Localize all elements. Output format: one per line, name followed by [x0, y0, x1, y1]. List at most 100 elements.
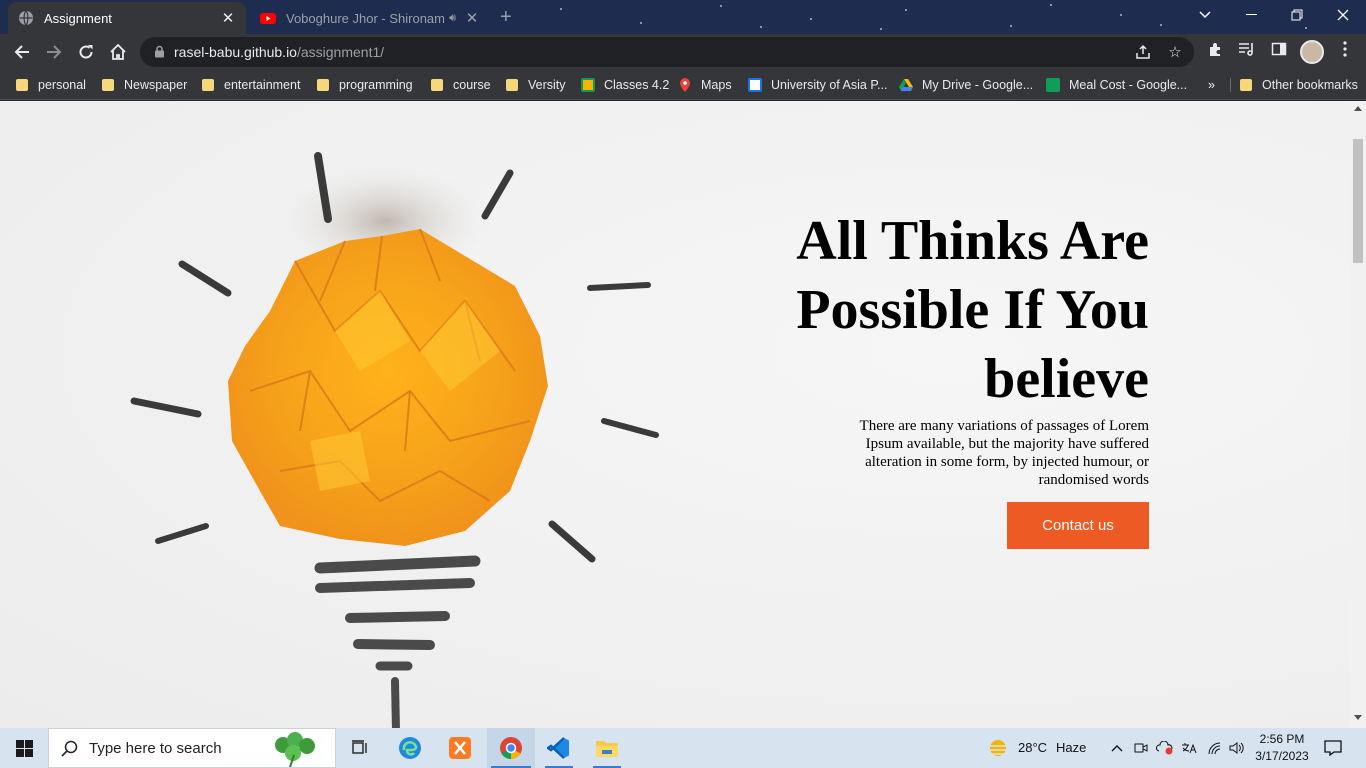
tab-search-icon[interactable]: [1182, 0, 1228, 30]
url-text: rasel-babu.github.io/assignment1/: [174, 44, 384, 60]
scroll-up-icon[interactable]: [1354, 106, 1362, 111]
home-icon[interactable]: [106, 40, 130, 64]
search-placeholder: Type here to search: [89, 740, 222, 757]
contact-us-button[interactable]: Contact us: [1007, 502, 1149, 549]
hero-text: All Thinks Are Possible If You believe T…: [740, 207, 1149, 489]
shamrock-icon: [275, 732, 315, 767]
notification-icon[interactable]: [1318, 728, 1348, 768]
tab-assignment[interactable]: Assignment ✕: [8, 2, 246, 34]
address-bar[interactable]: rasel-babu.github.io/assignment1/ ☆: [140, 37, 1194, 67]
weather-description[interactable]: Haze: [1056, 740, 1086, 755]
menu-kebab-icon[interactable]: [1336, 40, 1354, 58]
windows-start-icon[interactable]: [0, 728, 48, 768]
bookmark-label: personal: [38, 78, 86, 92]
bookmark-course[interactable]: course: [431, 76, 491, 94]
volume-icon[interactable]: [1226, 728, 1248, 768]
youtube-icon: [260, 13, 276, 24]
bookmark-maps[interactable]: Maps: [678, 76, 732, 94]
windows-taskbar: Type here to search 28°C Haze 2:56 PM 3/…: [0, 728, 1366, 768]
folder-icon: [1240, 79, 1252, 91]
clock-date: 3/17/2023: [1255, 749, 1309, 763]
bookmark-label: course: [453, 78, 491, 92]
tab-title: Assignment: [44, 10, 112, 26]
folder-icon: [431, 79, 443, 91]
minimize-icon[interactable]: [1228, 0, 1274, 30]
forward-icon[interactable]: [42, 40, 66, 64]
bookmark-label: Meal Cost - Google...: [1069, 78, 1188, 92]
url-path: /assignment1/: [296, 44, 385, 60]
bookmark-label: Other bookmarks: [1262, 78, 1358, 92]
profile-avatar[interactable]: [1300, 40, 1324, 64]
search-icon: [61, 740, 78, 757]
edge-icon[interactable]: [388, 728, 432, 768]
bookmark-label: Versity: [528, 78, 566, 92]
bookmark-label: programming: [339, 78, 413, 92]
bookmark-divider: [1230, 78, 1231, 92]
bookmark-label: Maps: [701, 78, 732, 92]
bookmark-entertainment[interactable]: entertainment: [202, 76, 300, 94]
hero-headline: All Thinks Are Possible If You believe: [796, 210, 1149, 410]
maps-icon: [680, 78, 690, 92]
scroll-down-icon[interactable]: [1354, 715, 1362, 720]
scrollbar-thumb[interactable]: [1353, 139, 1363, 263]
folder-icon: [202, 79, 214, 91]
bookmarks-overflow-button[interactable]: »: [1208, 76, 1215, 94]
university-icon: [748, 78, 762, 92]
close-tab-icon[interactable]: ✕: [464, 9, 480, 27]
bookmark-drive[interactable]: My Drive - Google...: [899, 76, 1033, 94]
side-panel-icon[interactable]: [1270, 40, 1288, 58]
meet-now-icon[interactable]: [1130, 728, 1152, 768]
chevron-up-icon[interactable]: [1106, 728, 1128, 768]
folder-icon: [102, 79, 114, 91]
wifi-icon[interactable]: [1204, 728, 1226, 768]
drive-icon: [899, 79, 913, 91]
bookmark-classes[interactable]: Classes 4.2: [581, 76, 669, 94]
bookmark-star-icon[interactable]: ☆: [1166, 43, 1184, 61]
url-host: rasel-babu.github.io: [174, 44, 297, 60]
tab-youtube[interactable]: Voboghure Jhor - Shironamhin 🔊︎ ✕: [250, 2, 490, 34]
web-page: All Thinks Are Possible If You believe T…: [0, 101, 1350, 728]
page-scrollbar[interactable]: [1350, 101, 1366, 728]
weather-icon[interactable]: [984, 728, 1012, 768]
bookmark-programming[interactable]: programming: [317, 76, 413, 94]
vscode-icon[interactable]: [537, 728, 581, 768]
bookmark-university[interactable]: University of Asia P...: [748, 76, 888, 94]
lock-icon[interactable]: [154, 45, 165, 58]
system-clock[interactable]: 2:56 PM 3/17/2023: [1248, 731, 1316, 765]
share-icon[interactable]: [1134, 43, 1152, 61]
input-language-icon[interactable]: [1178, 728, 1200, 768]
bookmark-versity[interactable]: Versity: [506, 76, 566, 94]
new-tab-button[interactable]: +: [500, 6, 512, 29]
classroom-icon: [581, 78, 595, 92]
extensions-icon[interactable]: [1206, 40, 1224, 58]
chrome-taskbar-icon[interactable]: [487, 728, 535, 768]
task-view-icon[interactable]: [344, 728, 376, 768]
close-tab-icon[interactable]: ✕: [220, 9, 236, 27]
close-window-icon[interactable]: [1320, 0, 1366, 30]
onedrive-error-icon[interactable]: [1154, 728, 1176, 768]
weather-temperature[interactable]: 28°C: [1018, 740, 1047, 755]
media-control-icon[interactable]: [1238, 40, 1256, 58]
bookmark-personal[interactable]: personal: [16, 76, 86, 94]
bookmark-meal-cost[interactable]: Meal Cost - Google...: [1046, 76, 1187, 94]
file-explorer-icon[interactable]: [585, 728, 629, 768]
restore-icon[interactable]: [1274, 0, 1320, 30]
speaker-icon[interactable]: 🔊︎: [449, 12, 456, 25]
browser-toolbar: rasel-babu.github.io/assignment1/ ☆: [0, 34, 1366, 70]
tab-title: Voboghure Jhor - Shironamhin: [286, 10, 446, 26]
bookmarks-bar: personal Newspaper entertainment program…: [0, 70, 1366, 100]
other-bookmarks[interactable]: Other bookmarks: [1240, 76, 1358, 94]
bookmark-newspaper[interactable]: Newspaper: [102, 76, 187, 94]
bookmark-label: entertainment: [224, 78, 301, 92]
xampp-icon[interactable]: [438, 728, 482, 768]
folder-icon: [506, 79, 518, 91]
bookmark-label: Newspaper: [124, 78, 188, 92]
sheets-icon: [1046, 78, 1060, 92]
back-icon[interactable]: [10, 40, 34, 64]
bookmark-label: Classes 4.2: [604, 78, 670, 92]
tab-strip: Assignment ✕ Voboghure Jhor - Shironamhi…: [0, 0, 1366, 34]
lightbulb-illustration: [130, 152, 659, 728]
globe-icon: [19, 10, 33, 26]
taskbar-search-box[interactable]: Type here to search: [48, 728, 336, 768]
reload-icon[interactable]: [74, 40, 98, 64]
